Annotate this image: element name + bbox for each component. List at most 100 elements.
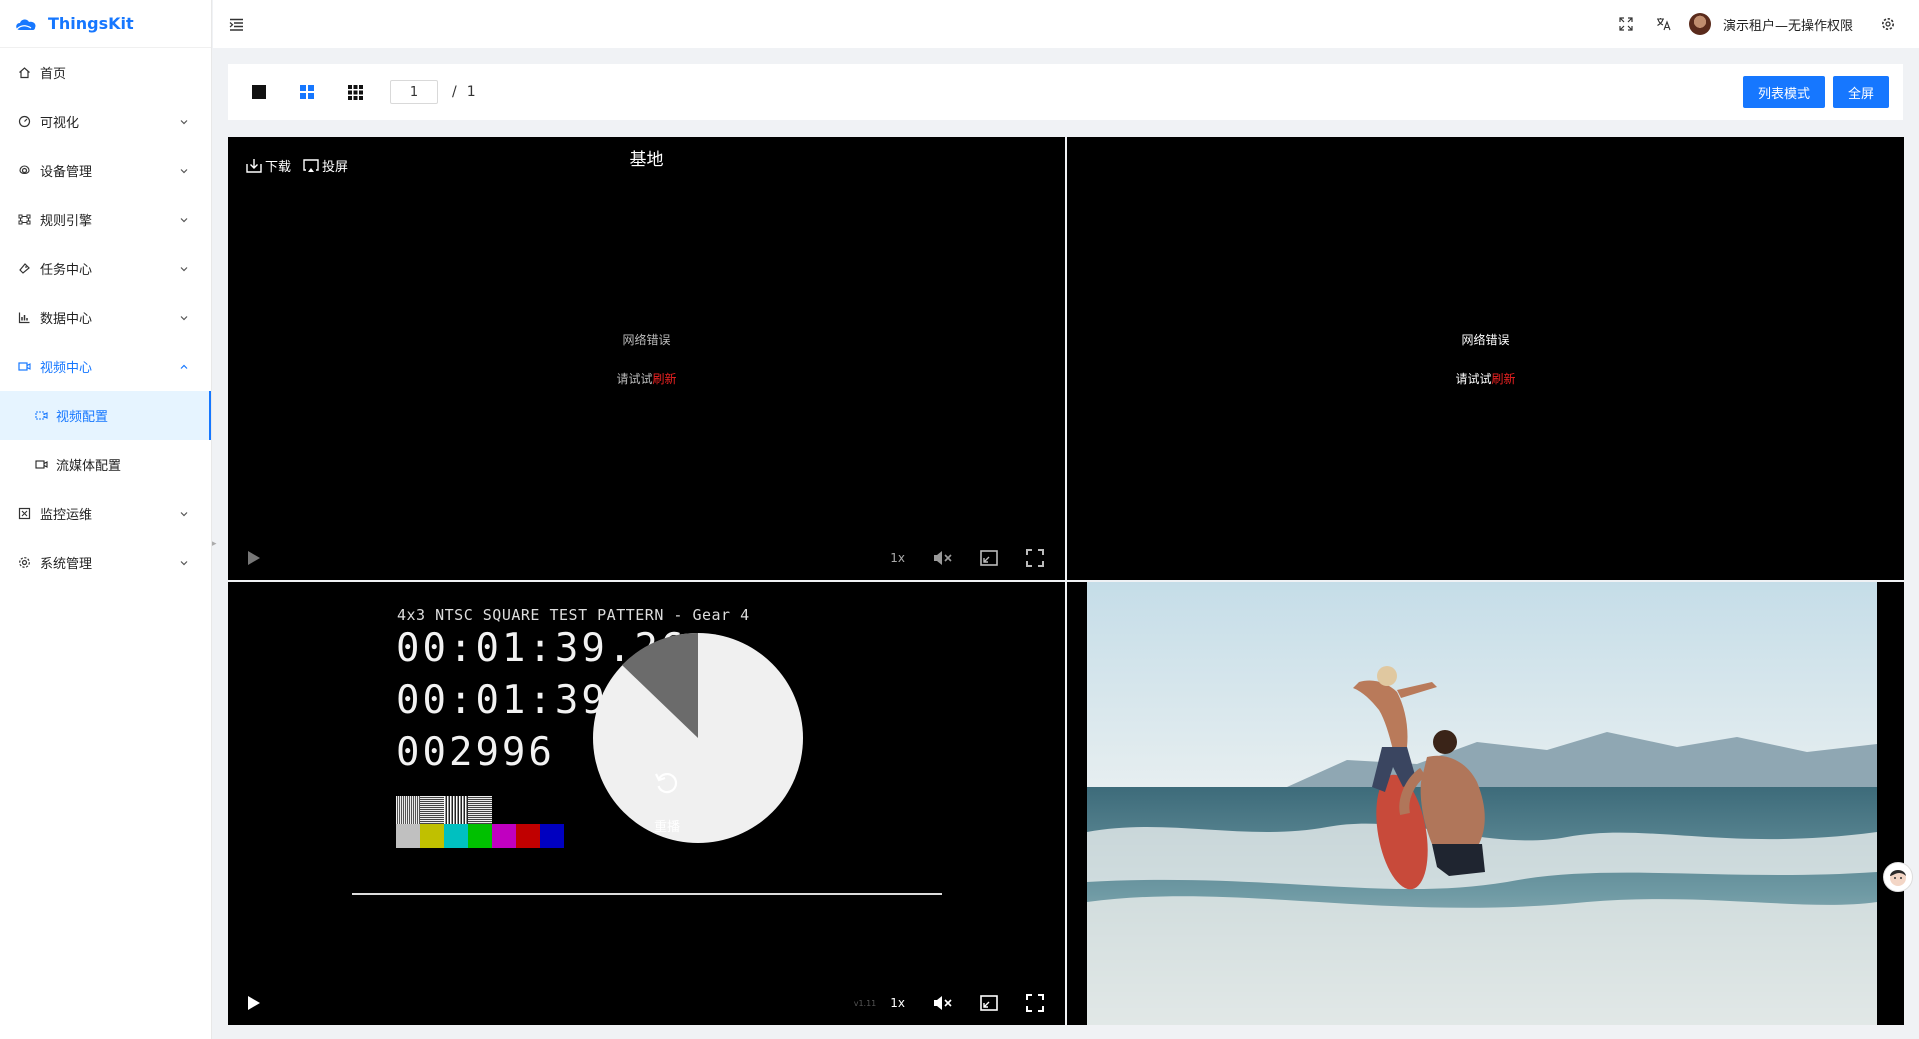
list-mode-button[interactable]: 列表模式 [1742,76,1825,108]
sidebar-item-task-center[interactable]: 任务中心 [0,244,211,293]
player-version: v1.11 [853,998,877,1008]
gear-icon[interactable] [1875,11,1901,37]
chevron-down-icon [179,557,191,569]
sidebar: ThingsKit 首页 可视化 设备管理 规则引擎 任务中心 数据中心 视频中… [0,0,212,1039]
top-header: 演示租户—无操作权限 [213,0,1919,48]
replay-icon [655,773,678,794]
user-avatar[interactable] [1688,13,1711,35]
mute-icon[interactable] [931,991,955,1015]
retry-line: 请试试刷新 [228,370,1065,387]
chevron-down-icon [179,312,191,324]
sidebar-item-label: 流媒体配置 [56,459,122,474]
monitor-icon [17,507,31,521]
cast-icon [303,158,319,172]
home-icon [17,66,31,80]
logo[interactable]: ThingsKit [0,0,211,48]
page-separator: / [452,84,457,100]
assistant-avatar[interactable] [1883,862,1913,892]
fullscreen-icon[interactable] [1613,11,1639,37]
refresh-link[interactable]: 刷新 [653,372,677,386]
sidebar-item-label: 视频中心 [40,361,93,376]
chart-icon [17,311,31,325]
chevron-down-icon [179,263,191,275]
device-icon [17,164,31,178]
mute-icon[interactable] [931,546,955,570]
sidebar-item-label: 首页 [40,67,67,82]
sidebar-item-visualization[interactable]: 可视化 [0,97,211,146]
sidebar-collapse-handle[interactable]: ▸ [212,536,220,552]
video-grid: 基地 下载 投屏 网络错误 请试试刷新 1x 网络错误 请试试刷新 4x3 NT… [228,137,1904,1025]
play-icon[interactable] [242,546,266,570]
sidebar-item-video-center[interactable]: 视频中心 [0,342,211,391]
picture-in-picture-icon[interactable] [977,546,1001,570]
grid-3x3-icon [347,84,363,100]
translate-icon[interactable] [1651,11,1677,37]
page-total: 1 [466,84,476,100]
replay-button[interactable]: 重播 [622,770,712,835]
fullscreen-icon[interactable] [1023,546,1047,570]
retry-line: 请试试刷新 [1067,370,1904,387]
page-number-input[interactable] [390,80,438,104]
play-icon[interactable] [242,991,266,1015]
network-error-message: 网络错误 请试试刷新 [1067,331,1904,387]
sidebar-item-label: 任务中心 [40,263,93,278]
sidebar-item-rule-engine[interactable]: 规则引擎 [0,195,211,244]
settings-icon [17,556,31,570]
sidebar-item-data-center[interactable]: 数据中心 [0,293,211,342]
chevron-down-icon [179,214,191,226]
frame-counter: 002996 [396,730,555,775]
download-button[interactable]: 下载 [246,156,291,175]
app-name: ThingsKit [48,14,134,33]
chevron-up-icon [179,361,191,373]
dashboard-icon [17,115,31,129]
beach-video-frame [1087,582,1877,1025]
playback-speed[interactable]: 1x [890,996,905,1010]
color-bars [396,824,564,848]
cast-button[interactable]: 投屏 [303,156,348,175]
sidebar-item-label: 设备管理 [40,165,93,180]
chevron-down-icon [179,116,191,128]
refresh-link[interactable]: 刷新 [1492,372,1516,386]
user-name[interactable]: 演示租户—无操作权限 [1723,15,1853,34]
video-player-2[interactable]: 网络错误 请试试刷新 [1067,137,1904,580]
picture-in-picture-icon[interactable] [977,991,1001,1015]
sidebar-item-system-management[interactable]: 系统管理 [0,538,211,587]
video-player-3[interactable]: 4x3 NTSC SQUARE TEST PATTERN - Gear 4 00… [228,582,1065,1025]
video-title: 基地 [629,150,664,170]
test-pattern-caption: 4x3 NTSC SQUARE TEST PATTERN - Gear 4 [397,606,750,624]
video-player-4[interactable] [1067,582,1904,1025]
cast-label: 投屏 [322,160,349,175]
sidebar-item-video-config[interactable]: 视频配置 [0,391,211,440]
video-icon [17,360,31,374]
chevron-down-icon [179,165,191,177]
assistant-face-icon [1890,870,1906,886]
sidebar-item-label: 数据中心 [40,312,93,327]
stream-icon [34,458,48,472]
download-icon [246,159,262,173]
layout-2x2-button[interactable] [290,77,324,107]
replay-label: 重播 [653,820,680,835]
video-player-1[interactable]: 基地 下载 投屏 网络错误 请试试刷新 1x [228,137,1065,580]
sidebar-item-home[interactable]: 首页 [0,48,211,97]
error-text: 网络错误 [622,333,671,347]
progress-bar[interactable] [352,893,942,895]
sidebar-item-label: 视频配置 [56,410,109,425]
task-icon [17,262,31,276]
video-toolbar: / 1 列表模式 全屏 [228,64,1903,120]
layout-3x3-button[interactable] [338,77,372,107]
sidebar-item-device-management[interactable]: 设备管理 [0,146,211,195]
download-label: 下载 [265,160,292,175]
single-square-icon [252,85,266,99]
sidebar-item-stream-config[interactable]: 流媒体配置 [0,440,211,489]
sidebar-item-label: 规则引擎 [40,214,93,229]
menu-fold-icon[interactable] [223,11,249,37]
fullscreen-icon[interactable] [1023,991,1047,1015]
layout-1x1-button[interactable] [242,77,276,107]
chevron-down-icon [179,508,191,520]
retry-text: 请试试 [1455,372,1492,386]
fullscreen-button[interactable]: 全屏 [1832,76,1889,108]
playback-speed[interactable]: 1x [890,551,905,565]
grid-2x2-icon [300,85,314,99]
player-controls: 1x [228,536,1065,580]
sidebar-item-monitoring[interactable]: 监控运维 [0,489,211,538]
